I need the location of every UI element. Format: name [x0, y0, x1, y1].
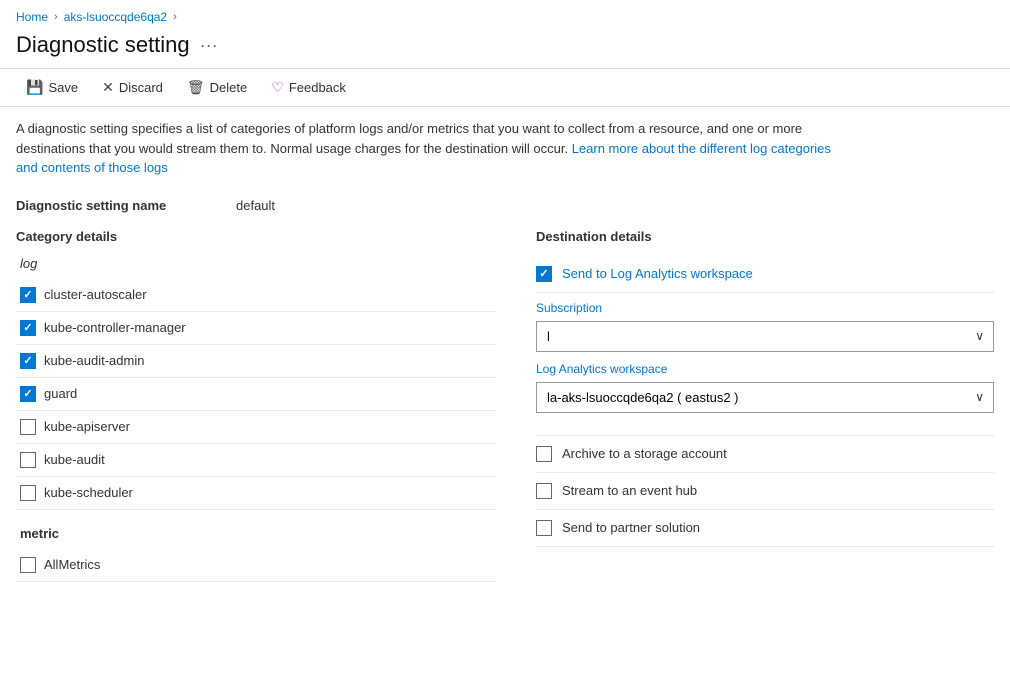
dest-log-analytics-section: Send to Log Analytics workspace Subscrip…	[536, 256, 994, 436]
dest-partner-row[interactable]: Send to partner solution	[536, 510, 994, 547]
discard-button[interactable]: ✕ Discard	[92, 75, 173, 100]
log-item-kube-scheduler[interactable]: kube-scheduler	[16, 477, 496, 510]
feedback-button[interactable]: ♡ Feedback	[261, 75, 356, 100]
subscription-dropdown-wrapper: l ∨	[536, 321, 994, 352]
destination-panel: Destination details Send to Log Analytic…	[536, 229, 994, 582]
checkbox-storage-account[interactable]	[536, 446, 552, 462]
delete-icon: 🗑	[187, 79, 205, 96]
setting-name-label: Diagnostic setting name	[16, 198, 216, 213]
checkbox-log-analytics[interactable]	[536, 266, 552, 282]
workspace-select[interactable]: la-aks-lsuoccqde6qa2 ( eastus2 )	[536, 382, 994, 413]
checkbox-event-hub[interactable]	[536, 483, 552, 499]
setting-name-row: Diagnostic setting name default	[0, 190, 1010, 221]
content-area: Category details log cluster-autoscaler …	[0, 221, 1010, 590]
log-item-cluster-autoscaler[interactable]: cluster-autoscaler	[16, 279, 496, 312]
checkbox-partner-solution[interactable]	[536, 520, 552, 536]
workspace-dropdown-wrapper: la-aks-lsuoccqde6qa2 ( eastus2 ) ∨	[536, 382, 994, 413]
discard-icon: ✕	[102, 79, 114, 96]
workspace-label: Log Analytics workspace	[536, 362, 994, 376]
log-item-guard[interactable]: guard	[16, 378, 496, 411]
checkbox-guard[interactable]	[20, 386, 36, 402]
log-item-kube-audit[interactable]: kube-audit	[16, 444, 496, 477]
checkbox-kube-scheduler[interactable]	[20, 485, 36, 501]
category-panel: Category details log cluster-autoscaler …	[16, 229, 496, 582]
setting-name-value: default	[236, 198, 275, 213]
metric-section: metric AllMetrics	[16, 526, 496, 582]
log-item-kube-audit-admin[interactable]: kube-audit-admin	[16, 345, 496, 378]
breadcrumb-sep-1: ›	[54, 11, 58, 23]
workspace-group: Log Analytics workspace la-aks-lsuoccqde…	[536, 362, 994, 413]
subscription-group: Subscription l ∨	[536, 301, 994, 352]
dest-storage-row[interactable]: Archive to a storage account	[536, 436, 994, 473]
dest-log-analytics-row[interactable]: Send to Log Analytics workspace	[536, 256, 994, 293]
log-section: log cluster-autoscaler kube-controller-m…	[16, 256, 496, 510]
subscription-select[interactable]: l	[536, 321, 994, 352]
toolbar: 💾 Save ✕ Discard 🗑 Delete ♡ Feedback	[0, 68, 1010, 107]
log-item-kube-apiserver[interactable]: kube-apiserver	[16, 411, 496, 444]
page-header: Diagnostic setting ···	[0, 28, 1010, 68]
page-menu-icon[interactable]: ···	[200, 35, 218, 56]
breadcrumb-home[interactable]: Home	[16, 10, 48, 24]
log-section-title: log	[16, 256, 496, 271]
metric-section-title: metric	[16, 526, 496, 541]
checkbox-kube-audit[interactable]	[20, 452, 36, 468]
checkbox-kube-apiserver[interactable]	[20, 419, 36, 435]
category-panel-title: Category details	[16, 229, 496, 244]
save-button[interactable]: 💾 Save	[16, 75, 88, 100]
subscription-label: Subscription	[536, 301, 994, 315]
checkbox-kube-audit-admin[interactable]	[20, 353, 36, 369]
log-item-kube-controller-manager[interactable]: kube-controller-manager	[16, 312, 496, 345]
dest-event-hub-row[interactable]: Stream to an event hub	[536, 473, 994, 510]
destination-panel-title: Destination details	[536, 229, 994, 244]
checkbox-kube-controller-manager[interactable]	[20, 320, 36, 336]
page-title: Diagnostic setting	[16, 32, 190, 58]
breadcrumb-sep-2: ›	[173, 11, 177, 23]
delete-button[interactable]: 🗑 Delete	[177, 75, 257, 100]
save-icon: 💾	[26, 79, 43, 96]
feedback-icon: ♡	[271, 79, 284, 96]
metric-item-allmetrics[interactable]: AllMetrics	[16, 549, 496, 582]
description: A diagnostic setting specifies a list of…	[0, 107, 850, 190]
breadcrumb-resource[interactable]: aks-lsuoccqde6qa2	[64, 10, 167, 24]
checkbox-cluster-autoscaler[interactable]	[20, 287, 36, 303]
breadcrumb: Home › aks-lsuoccqde6qa2 ›	[0, 0, 1010, 28]
checkbox-allmetrics[interactable]	[20, 557, 36, 573]
log-analytics-sub: Subscription l ∨ Log Analytics workspace…	[536, 293, 994, 436]
